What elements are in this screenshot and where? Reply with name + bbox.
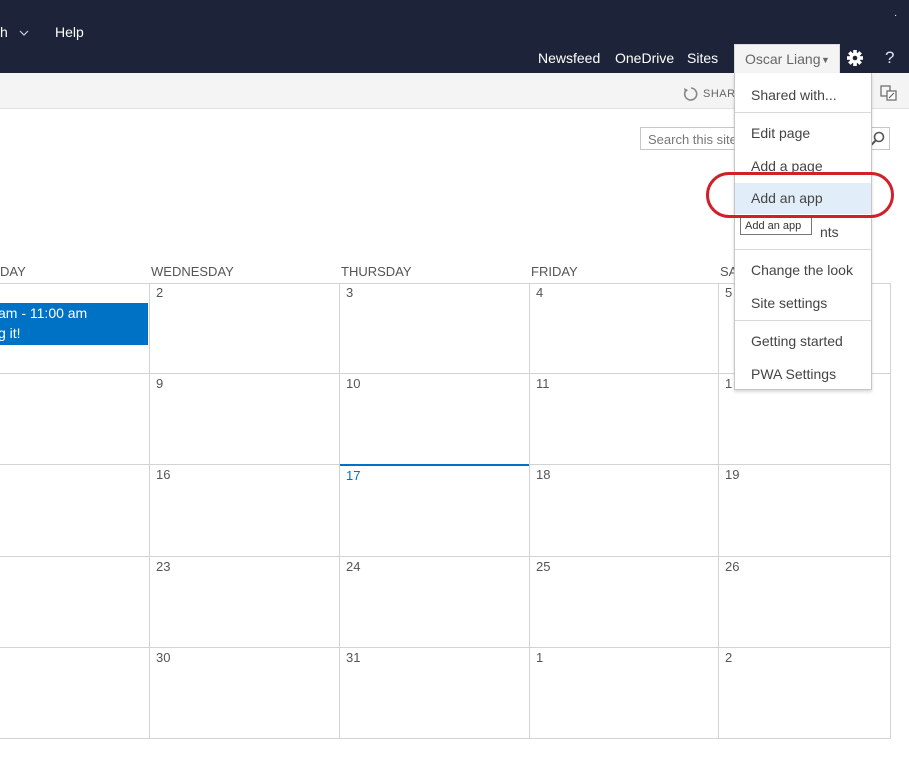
day-cell[interactable]: 26 (725, 559, 739, 574)
day-header-friday: FRIDAY (531, 264, 578, 279)
caret-down-icon: ▼ (821, 55, 830, 65)
menu-item-pwa-settings[interactable]: PWA Settings (751, 366, 836, 382)
focus-on-content-icon (880, 85, 897, 101)
gear-icon (847, 50, 863, 66)
tooltip-text: Add an app (745, 220, 802, 232)
day-cell[interactable]: 31 (346, 650, 360, 665)
today-indicator (340, 464, 529, 466)
day-cell[interactable]: 2 (156, 285, 163, 300)
share-button[interactable]: SHAR (683, 86, 735, 107)
day-cell[interactable]: 4 (536, 285, 543, 300)
menu-item-site-contents[interactable]: nts (820, 224, 839, 240)
event-title: g it! (0, 325, 21, 341)
focus-on-content-button[interactable] (879, 84, 899, 107)
day-cell[interactable]: 25 (536, 559, 550, 574)
sites-link[interactable]: Sites (687, 50, 718, 66)
menu-item-edit-page[interactable]: Edit page (751, 125, 810, 141)
settings-button[interactable] (840, 44, 874, 73)
sync-icon (683, 87, 698, 101)
user-menu-button[interactable]: Oscar Liang ▼ (734, 44, 840, 73)
day-cell[interactable]: 5 (725, 285, 732, 300)
day-header-partial: DAY (0, 264, 26, 279)
day-cell[interactable]: 19 (725, 467, 739, 482)
menu-divider (735, 320, 871, 321)
menu-item-site-settings[interactable]: Site settings (751, 295, 827, 311)
event-time: am - 11:00 am (0, 305, 88, 321)
day-header-thursday: THURSDAY (341, 264, 412, 279)
user-name: Oscar Liang (745, 51, 821, 67)
chevron-down-icon (19, 30, 29, 36)
help-icon: ? (885, 48, 895, 67)
day-cell[interactable]: 30 (156, 650, 170, 665)
day-header-wednesday: WEDNESDAY (151, 264, 234, 279)
day-cell[interactable]: 2 (725, 650, 732, 665)
menu-item-change-look[interactable]: Change the look (751, 262, 853, 278)
menu-item-getting-started[interactable]: Getting started (751, 333, 843, 349)
day-cell[interactable]: 1 (725, 376, 732, 391)
highlight-annotation (706, 172, 894, 218)
day-cell[interactable]: 18 (536, 467, 550, 482)
day-cell[interactable]: 10 (346, 376, 360, 391)
share-label: SHAR (703, 88, 736, 100)
day-cell[interactable]: 24 (346, 559, 360, 574)
menu-item-shared-with[interactable]: Shared with... (751, 87, 837, 103)
menu-divider (735, 249, 871, 250)
newsfeed-link[interactable]: Newsfeed (538, 50, 600, 66)
day-cell[interactable]: 23 (156, 559, 170, 574)
nav-help-link[interactable]: Help (55, 24, 84, 40)
calendar-event[interactable]: am - 11:00 am g it! (0, 303, 148, 345)
tooltip: Add an app (740, 217, 812, 235)
day-cell[interactable]: 16 (156, 467, 170, 482)
day-cell[interactable]: 9 (156, 376, 163, 391)
day-cell[interactable]: 3 (346, 285, 353, 300)
onedrive-link[interactable]: OneDrive (615, 50, 674, 66)
day-cell[interactable]: 1 (536, 650, 543, 665)
nav-item-partial[interactable]: h (0, 24, 8, 40)
menu-divider (735, 112, 871, 113)
search-icon[interactable] (870, 131, 886, 147)
day-cell[interactable]: 11 (536, 376, 550, 391)
day-cell-today[interactable]: 17 (346, 468, 360, 483)
help-button[interactable]: ? (874, 44, 908, 73)
dot-marker: . (894, 8, 897, 19)
